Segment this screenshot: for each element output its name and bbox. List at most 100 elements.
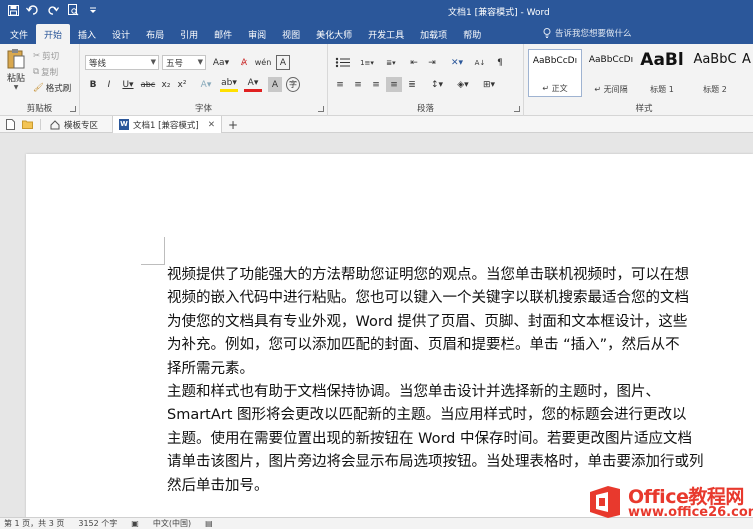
cut-button[interactable]: ✂ 剪切 <box>33 50 59 62</box>
clipboard-group-label: 剪贴板 <box>26 104 53 114</box>
justify-button[interactable]: ≡ <box>386 77 402 92</box>
font-size-combo[interactable]: 五号 ▼ <box>162 55 206 70</box>
print-preview-icon[interactable] <box>66 3 80 17</box>
document-line: 主题。使用在需要位置出现的新按钮在 Word 中保存时间。若要更改图片适应文档 <box>167 430 692 447</box>
text-effects-button[interactable]: A▾ <box>197 77 215 92</box>
font-name-value: 等线 <box>89 58 107 69</box>
close-icon[interactable]: ✕ <box>208 120 215 130</box>
clipboard-icon <box>7 48 25 68</box>
customize-qat-icon[interactable] <box>86 3 100 17</box>
format-painter-button[interactable]: 🖌 格式刷 <box>33 82 71 94</box>
style-no-spacing[interactable]: AaBbCcDı ↵ 无间隔 <box>586 49 636 97</box>
align-left-button[interactable]: ≡ <box>332 77 348 92</box>
bold-button[interactable]: B <box>86 77 100 92</box>
line-spacing-button[interactable]: ↕▾ <box>426 77 448 92</box>
document-tab-label: 文档1 [兼容模式] <box>133 120 199 131</box>
redo-icon[interactable] <box>46 3 60 17</box>
tab-review[interactable]: 审阅 <box>240 24 274 44</box>
style-normal[interactable]: AaBbCcDı ↵ 正文 <box>528 49 582 97</box>
clipboard-launcher-icon[interactable] <box>70 106 76 112</box>
increase-indent-button[interactable]: ⇥ <box>424 55 440 70</box>
tab-addins[interactable]: 加载项 <box>412 24 455 44</box>
enclose-char-button[interactable]: 字 <box>286 77 300 92</box>
tab-insert[interactable]: 插入 <box>70 24 104 44</box>
char-border-button[interactable]: A <box>276 55 290 70</box>
style-heading-2-sample: AaBbC <box>693 52 737 67</box>
pinyin-guide-button[interactable]: wén <box>255 55 272 70</box>
chinese-layout-button[interactable]: ✕▾ <box>446 55 468 70</box>
change-case-button[interactable]: Aa▾ <box>210 55 232 70</box>
copy-icon: ⧉ <box>33 67 40 77</box>
bullets-button[interactable] <box>332 55 354 70</box>
strikethrough-button[interactable]: abc <box>140 77 156 92</box>
highlight-button[interactable]: ab▾ <box>220 77 238 92</box>
chevron-down-icon: ▼ <box>197 58 203 66</box>
paste-button[interactable]: 粘贴 ▼ <box>3 47 29 91</box>
paragraph-launcher-icon[interactable] <box>514 106 520 112</box>
ribbon-tabs: 文件 开始 插入 设计 布局 引用 邮件 审阅 视图 美化大师 开发工具 加载项… <box>0 22 753 44</box>
document-line: 视频的嵌入代码中进行粘贴。您也可以键入一个关键字以联机搜索最适合您的文档 <box>167 290 689 307</box>
add-tab-button[interactable]: + <box>222 116 244 133</box>
document-tabs-bar: 模板专区 W 文档1 [兼容模式] ✕ + <box>0 116 753 133</box>
tab-home[interactable]: 开始 <box>36 24 71 44</box>
distributed-button[interactable]: ≣ <box>404 77 420 92</box>
new-file-icon <box>6 119 15 130</box>
styles-group-label: 样式 <box>635 104 653 114</box>
open-folder-button[interactable] <box>16 116 39 133</box>
copy-button[interactable]: ⧉ 复制 <box>33 66 58 78</box>
multilevel-list-button[interactable]: ≣▾ <box>380 55 402 70</box>
font-color-button[interactable]: A▾ <box>244 77 262 92</box>
language-indicator[interactable]: 中文(中国) <box>153 518 191 529</box>
site-watermark: Office教程网 www.office26.com <box>584 480 753 524</box>
font-name-combo[interactable]: 等线 ▼ <box>85 55 159 70</box>
show-marks-button[interactable]: ¶ <box>492 55 508 70</box>
document-text[interactable]: 视频提供了功能强大的方法帮助您证明您的观点。当您单击联机视频时，可以在想 视频的… <box>167 264 753 498</box>
page-count[interactable]: 第 1 页，共 3 页 <box>4 518 64 529</box>
proofing-icon[interactable]: ▣ <box>131 519 139 528</box>
tell-me-box[interactable]: 告诉我您想要做什么 <box>543 27 632 39</box>
sort-button[interactable]: A↓ <box>472 55 488 70</box>
subscript-button[interactable]: x₂ <box>159 77 173 92</box>
numbering-button[interactable]: 1≡▾ <box>356 55 378 70</box>
paintbrush-icon: 🖌 <box>33 83 44 93</box>
format-painter-label: 格式刷 <box>45 84 72 94</box>
tab-help[interactable]: 帮助 <box>455 24 489 44</box>
macro-icon[interactable]: ▤ <box>205 519 213 528</box>
font-launcher-icon[interactable] <box>318 106 324 112</box>
paragraph-group-label: 段落 <box>416 104 434 114</box>
tab-references[interactable]: 引用 <box>172 24 206 44</box>
char-shading-button[interactable]: A <box>268 77 282 92</box>
align-right-button[interactable]: ≡ <box>368 77 384 92</box>
tab-design[interactable]: 设计 <box>104 24 138 44</box>
template-tab[interactable]: 模板专区 <box>44 116 104 133</box>
borders-button[interactable]: ⊞▾ <box>478 77 500 92</box>
style-title-sample: A <box>742 52 751 67</box>
word-count[interactable]: 3152 个字 <box>78 518 117 529</box>
font-group: 等线 ▼ 五号 ▼ Aa▾ A̷ wén A B I U▾ abc x₂ x² A▾… <box>80 44 328 116</box>
document-page[interactable]: 视频提供了功能强大的方法帮助您证明您的观点。当您单击联机视频时，可以在想 视频的… <box>26 154 753 517</box>
underline-button[interactable]: U▾ <box>118 77 138 92</box>
tab-beautify[interactable]: 美化大师 <box>308 24 360 44</box>
tab-layout[interactable]: 布局 <box>138 24 172 44</box>
tab-file[interactable]: 文件 <box>2 24 36 44</box>
tab-view[interactable]: 视图 <box>274 24 308 44</box>
italic-button[interactable]: I <box>102 77 116 92</box>
document-line: 择所需元素。 <box>167 360 254 377</box>
align-center-button[interactable]: ≡ <box>350 77 366 92</box>
undo-icon[interactable] <box>26 3 40 17</box>
doctab-divider <box>40 119 41 130</box>
tab-developer[interactable]: 开发工具 <box>360 24 412 44</box>
superscript-button[interactable]: x² <box>175 77 189 92</box>
word-doc-icon: W <box>119 119 129 130</box>
clear-formatting-button[interactable]: A̷ <box>236 55 252 70</box>
style-title[interactable]: A <box>742 49 753 97</box>
save-icon[interactable] <box>6 3 20 17</box>
styles-group: AaBbCcDı ↵ 正文 AaBbCcDı ↵ 无间隔 AaBl 标题 1 A… <box>524 44 753 116</box>
style-heading-1[interactable]: AaBl 标题 1 <box>638 49 686 97</box>
shading-button[interactable]: ◈▾ <box>452 77 474 92</box>
tab-mailings[interactable]: 邮件 <box>206 24 240 44</box>
document-tab[interactable]: W 文档1 [兼容模式] ✕ <box>112 116 222 133</box>
font-group-label: 字体 <box>194 104 212 114</box>
style-heading-2[interactable]: AaBbC 标题 2 <box>690 49 740 97</box>
decrease-indent-button[interactable]: ⇤ <box>406 55 422 70</box>
